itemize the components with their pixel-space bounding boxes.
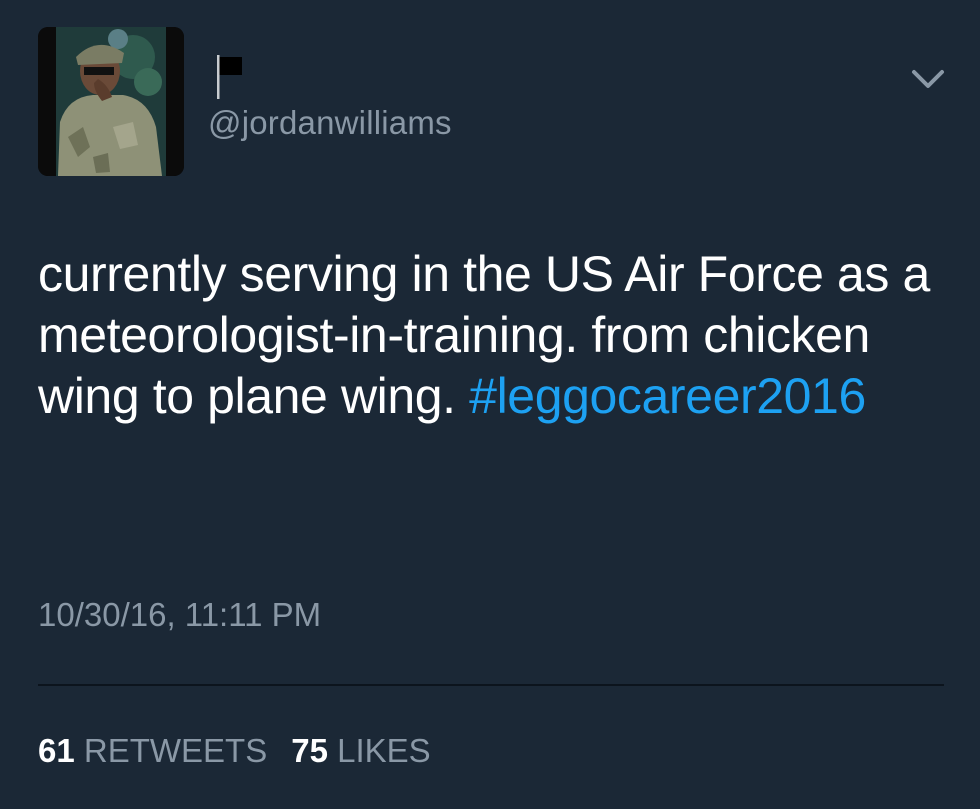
user-handle[interactable]: @jordanwilliams	[208, 104, 452, 142]
likes-count: 75	[291, 732, 328, 769]
chevron-down-icon[interactable]	[908, 64, 948, 94]
tweet-stats: 61 RETWEETS 75 LIKES	[38, 732, 431, 770]
avatar[interactable]	[38, 27, 184, 176]
likes-label: LIKES	[337, 732, 431, 769]
retweets-stat[interactable]: 61 RETWEETS	[38, 732, 267, 769]
tweet-timestamp[interactable]: 10/30/16, 11:11 PM	[38, 596, 321, 634]
divider	[38, 684, 944, 686]
likes-stat[interactable]: 75 LIKES	[291, 732, 430, 769]
retweets-label: RETWEETS	[83, 732, 268, 769]
tweet-text: currently serving in the US Air Force as…	[38, 244, 938, 427]
retweets-count: 61	[38, 732, 75, 769]
hashtag-link[interactable]: #leggocareer2016	[469, 368, 866, 424]
black-flag-icon	[216, 55, 256, 99]
